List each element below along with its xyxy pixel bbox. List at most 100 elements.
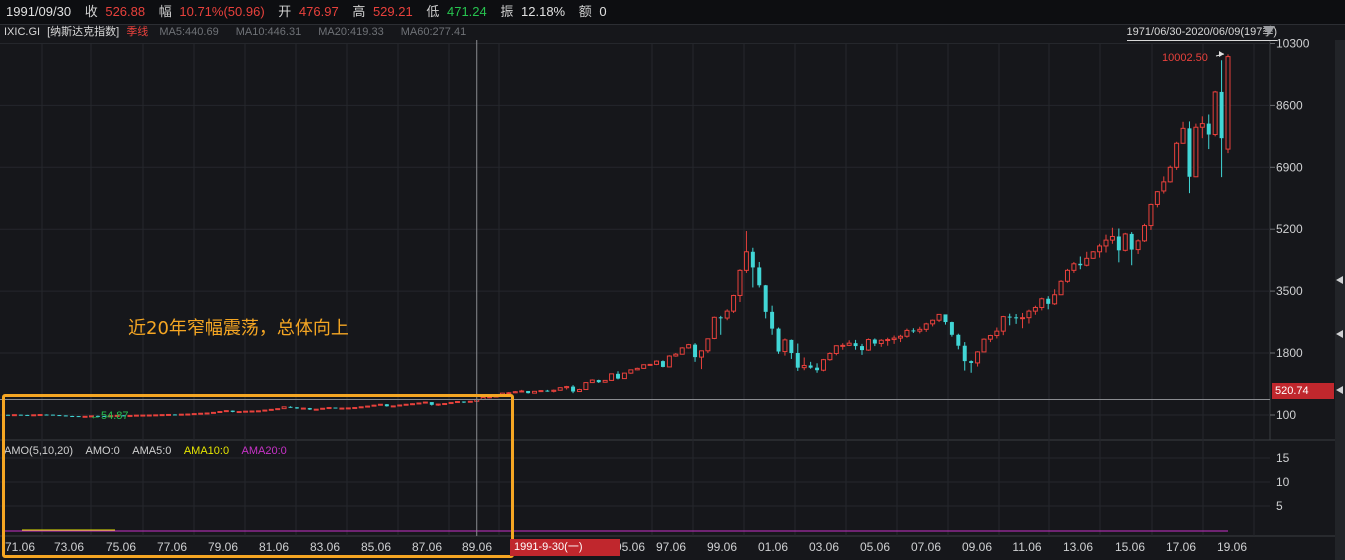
- candle-body: [1206, 123, 1211, 135]
- candle-body: [930, 319, 936, 325]
- candle-body: [795, 353, 800, 368]
- candle-body: [564, 386, 570, 389]
- candle-body: [666, 355, 672, 368]
- x-tick-label: 13.06: [1063, 540, 1093, 554]
- x-tick-label: 19.06: [1217, 540, 1247, 554]
- candle-body: [1000, 316, 1006, 332]
- candle-body: [1052, 294, 1058, 305]
- side-arrow-icon[interactable]: [1336, 386, 1343, 394]
- candle-body: [1219, 91, 1224, 139]
- low-label: 低: [426, 4, 440, 19]
- candle-body: [981, 338, 987, 353]
- candle-body: [815, 367, 820, 371]
- candle-body: [679, 347, 685, 355]
- y-tick-label: 8600: [1276, 98, 1303, 112]
- candle-body: [1014, 317, 1019, 319]
- candle-body: [969, 361, 974, 363]
- y-axis: 10300 8600 6900 5200 3500 1800 100: [1270, 37, 1310, 422]
- dropdown-arrow-icon[interactable]: [1263, 26, 1275, 35]
- x-tick-label: 11.06: [1012, 540, 1041, 554]
- chart-annotation: 近20年窄幅震荡，总体向上: [128, 318, 349, 339]
- candle-body: [917, 328, 923, 332]
- side-toolbar[interactable]: [1335, 40, 1345, 560]
- candle-body: [853, 343, 858, 347]
- candle-body: [1020, 317, 1026, 320]
- side-arrow-icon[interactable]: [1336, 330, 1343, 338]
- period-label[interactable]: 季线: [126, 26, 148, 38]
- candle-body: [731, 294, 737, 312]
- amplitude-value: 12.18%: [521, 4, 566, 19]
- candle-body: [923, 323, 929, 330]
- candle-body: [776, 328, 781, 352]
- high-value: 529.21: [372, 4, 413, 19]
- x-tick-label: 03.06: [809, 540, 839, 554]
- candle-body: [904, 329, 910, 337]
- candle-body: [1071, 263, 1077, 271]
- x-tick-label: 17.06: [1166, 540, 1196, 554]
- y-tick-label: 100: [1276, 408, 1296, 422]
- candle-body: [820, 359, 826, 371]
- amplitude-label: 振: [500, 4, 514, 19]
- candle-body: [770, 311, 775, 329]
- candle-body: [1199, 123, 1205, 128]
- candle-body: [1193, 126, 1199, 178]
- close-value: 526.88: [105, 4, 146, 19]
- candle-body: [994, 330, 1000, 337]
- date-range[interactable]: 1971/06/30-2020/06/09(197季): [1126, 24, 1277, 41]
- candle-body: [583, 382, 589, 391]
- candle-body: [718, 317, 723, 319]
- side-arrow-icon[interactable]: [1336, 276, 1343, 284]
- candle-body: [1129, 233, 1134, 250]
- candle-body: [885, 339, 891, 342]
- candle-body: [1154, 191, 1160, 205]
- candle-body: [705, 338, 711, 352]
- candle-body: [943, 314, 948, 323]
- amo-tick-label: 10: [1276, 475, 1290, 489]
- candle-body: [576, 389, 582, 393]
- candle-body: [949, 322, 954, 335]
- candle-body: [1090, 251, 1096, 259]
- candle-body: [571, 386, 576, 392]
- candle-body: [782, 339, 788, 353]
- candle-body: [878, 339, 884, 345]
- candle-body: [602, 379, 608, 383]
- candle-body: [1167, 166, 1173, 183]
- candle-body: [891, 337, 897, 341]
- candle-body: [840, 344, 846, 347]
- candle-body: [686, 344, 692, 349]
- candle-body: [846, 342, 852, 346]
- candle-body: [737, 269, 743, 296]
- candle-body: [975, 351, 981, 364]
- ma20-value: MA20:419.33: [318, 26, 384, 38]
- candle-body: [1142, 225, 1148, 242]
- candlestick-series: [6, 51, 1231, 418]
- candle-body: [673, 353, 679, 357]
- candle-body: [538, 390, 544, 393]
- close-label: 收: [84, 4, 98, 19]
- candle-body: [1103, 239, 1109, 247]
- amo-tick-label: 15: [1276, 451, 1290, 465]
- candle-body: [1097, 245, 1103, 253]
- candle-body: [647, 363, 653, 366]
- candle-body: [609, 373, 615, 381]
- candle-body: [1225, 56, 1231, 150]
- candle-body: [660, 361, 665, 367]
- candle-body: [693, 344, 698, 358]
- amo-tick-label: 5: [1276, 499, 1283, 513]
- candle-body: [545, 390, 550, 392]
- open-label: 开: [278, 4, 292, 19]
- candle-body: [1064, 269, 1070, 282]
- candle-body: [596, 380, 601, 383]
- candle-body: [519, 390, 525, 393]
- x-tick-label: 05.06: [860, 540, 890, 554]
- candle-body: [1032, 306, 1038, 312]
- candle-body: [936, 313, 942, 321]
- candle-body: [750, 251, 755, 268]
- low-value: 471.24: [446, 4, 487, 19]
- change-label: 幅: [158, 4, 172, 19]
- y-tick-label: 1800: [1276, 346, 1303, 360]
- amount-label: 额: [578, 4, 592, 19]
- candle-body: [1078, 263, 1083, 266]
- security-code[interactable]: IXIC.GI: [4, 26, 40, 38]
- candle-body: [621, 372, 627, 380]
